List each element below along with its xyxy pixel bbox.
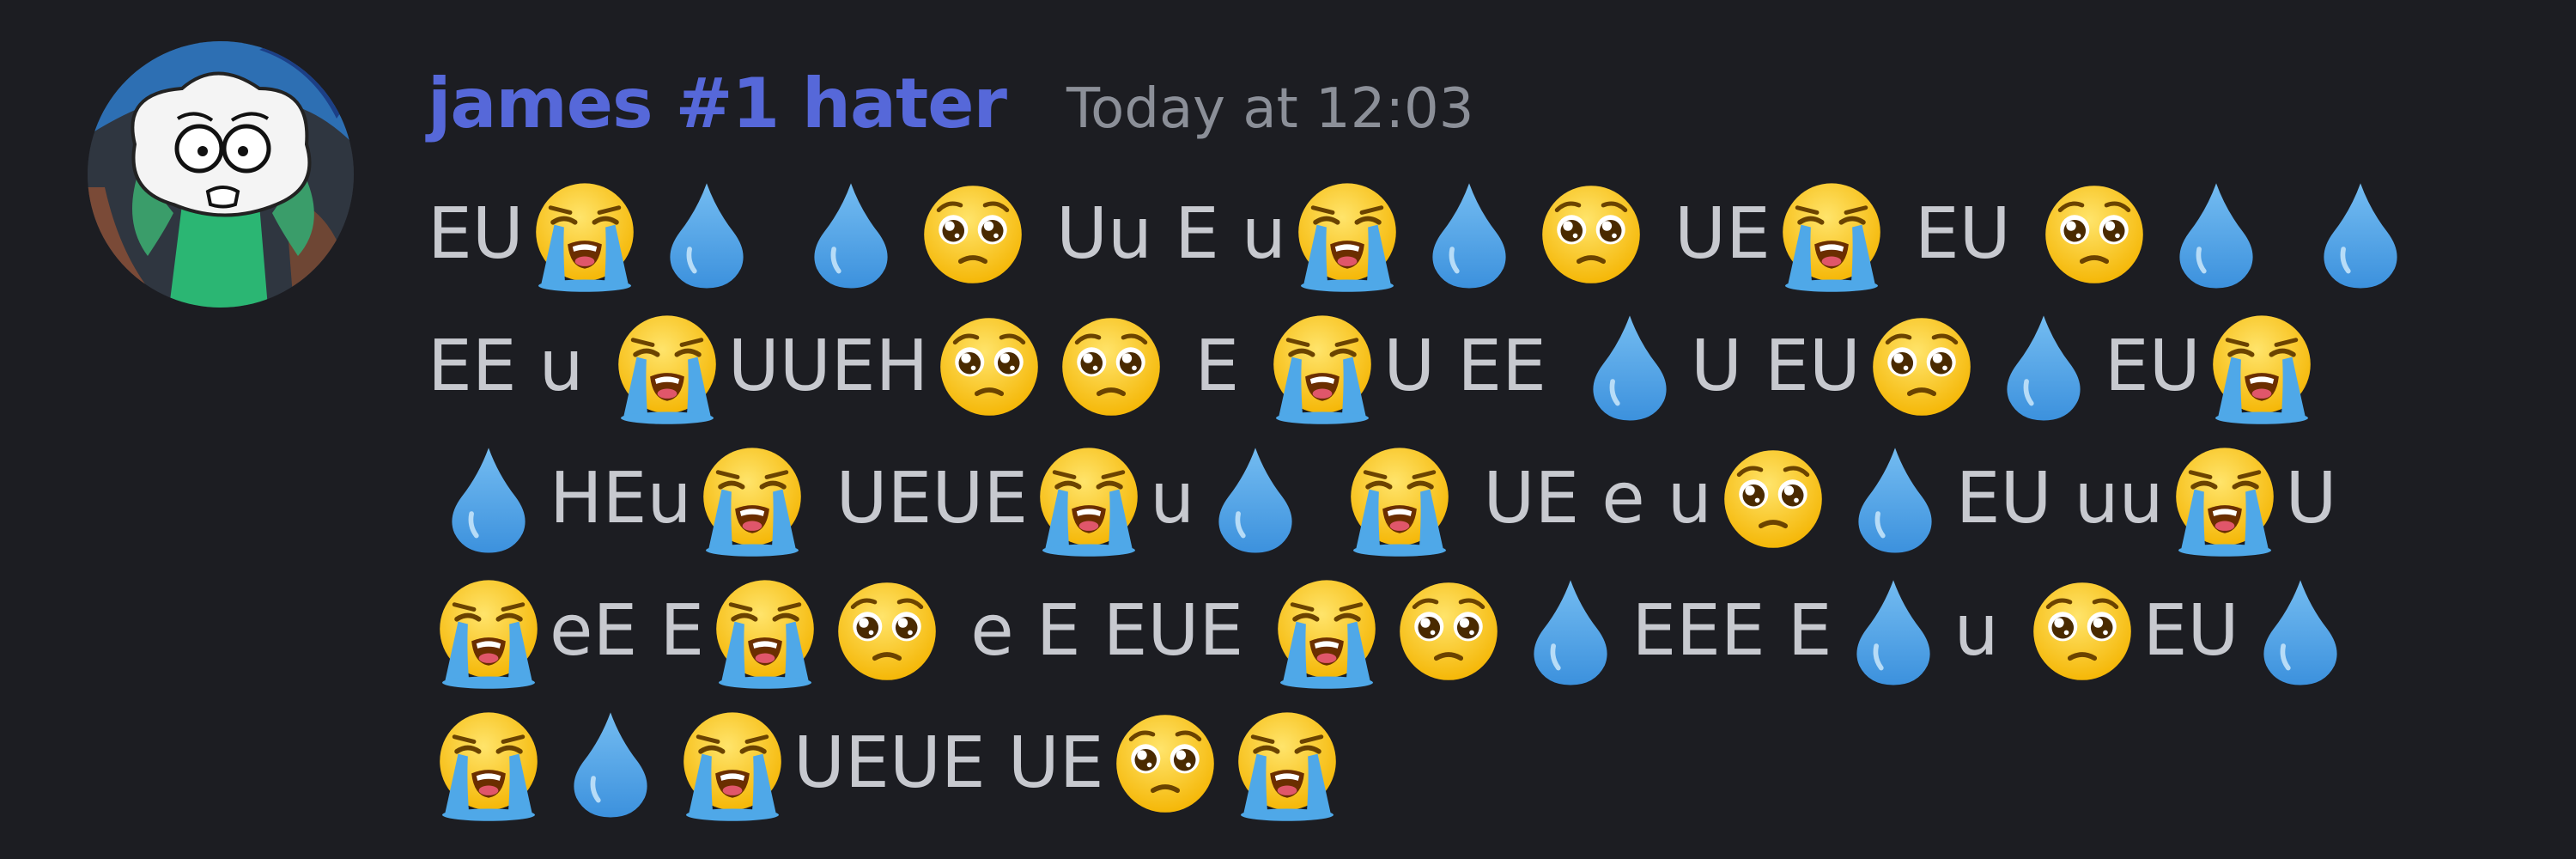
message-text: EU: [428, 193, 524, 275]
user-avatar[interactable]: [88, 41, 354, 308]
chat-message: james #1 hater Today at 12:03 EU Uu E u …: [0, 0, 2576, 859]
loudly-crying-face-emoji-icon[interactable]: [2201, 306, 2323, 428]
droplet-emoji-icon[interactable]: [2155, 174, 2277, 295]
droplet-emoji-icon[interactable]: [790, 174, 912, 295]
message-text: EEE E: [1631, 590, 1832, 672]
message-content: EU Uu E u UE EU EE u UUEH E U EE U EU EU H…: [428, 168, 2506, 830]
pleading-face-emoji-icon[interactable]: [1712, 438, 1834, 560]
pleading-face-emoji-icon[interactable]: [2021, 570, 2143, 692]
message-text: E: [1172, 326, 1262, 407]
message-text: u: [1953, 590, 2021, 672]
message-text: [768, 199, 790, 270]
message-text: UEUE: [813, 458, 1029, 539]
loudly-crying-face-emoji-icon[interactable]: [691, 438, 813, 560]
message-line: eE E e E EUE EEE E u EU: [428, 565, 2506, 698]
loudly-crying-face-emoji-icon[interactable]: [1226, 703, 1348, 825]
droplet-emoji-icon[interactable]: [1834, 438, 1956, 560]
message-line: EU Uu E u UE EU: [428, 168, 2506, 301]
username[interactable]: james #1 hater: [428, 64, 1007, 143]
message-text: u: [1150, 458, 1195, 539]
message-text: e E EUE: [948, 590, 1267, 672]
loudly-crying-face-emoji-icon[interactable]: [1286, 174, 1408, 295]
message-text: EU: [2142, 590, 2239, 672]
message-text: UE e u: [1461, 458, 1712, 539]
message-header: james #1 hater Today at 12:03: [428, 64, 1473, 158]
loudly-crying-face-emoji-icon[interactable]: [428, 570, 550, 692]
message-text: [2277, 199, 2300, 270]
pleading-face-emoji-icon[interactable]: [912, 174, 1034, 295]
droplet-emoji-icon[interactable]: [1569, 306, 1691, 428]
pleading-face-emoji-icon[interactable]: [1861, 306, 1983, 428]
droplet-emoji-icon[interactable]: [1832, 570, 1954, 692]
avatar-illustration: [88, 41, 354, 308]
loudly-crying-face-emoji-icon[interactable]: [428, 703, 550, 825]
message-text: EU: [2104, 326, 2201, 407]
pleading-face-emoji-icon[interactable]: [1388, 570, 1510, 692]
loudly-crying-face-emoji-icon[interactable]: [1771, 174, 1893, 295]
droplet-emoji-icon[interactable]: [1510, 570, 1631, 692]
loudly-crying-face-emoji-icon[interactable]: [1266, 570, 1388, 692]
message-line: EE u UUEH E U EE U EU EU: [428, 301, 2506, 433]
message-text: UEUE UE: [793, 722, 1104, 804]
message-text: EU uu: [1955, 458, 2164, 539]
pleading-face-emoji-icon[interactable]: [1050, 306, 1172, 428]
message-line: HEu UEUE u UE e u EU uu U: [428, 433, 2506, 565]
droplet-emoji-icon[interactable]: [1983, 306, 2105, 428]
loudly-crying-face-emoji-icon[interactable]: [2164, 438, 2286, 560]
loudly-crying-face-emoji-icon[interactable]: [704, 570, 826, 692]
pleading-face-emoji-icon[interactable]: [1530, 174, 1652, 295]
message-timestamp[interactable]: Today at 12:03: [1066, 77, 1474, 141]
droplet-emoji-icon[interactable]: [2300, 174, 2421, 295]
droplet-emoji-icon[interactable]: [1194, 438, 1316, 560]
loudly-crying-face-emoji-icon[interactable]: [1339, 438, 1461, 560]
pleading-face-emoji-icon[interactable]: [2033, 174, 2155, 295]
loudly-crying-face-emoji-icon[interactable]: [671, 703, 793, 825]
message-text: U EU: [1690, 326, 1861, 407]
loudly-crying-face-emoji-icon[interactable]: [1028, 438, 1150, 560]
droplet-emoji-icon[interactable]: [646, 174, 768, 295]
message-text: UE: [1651, 193, 1771, 275]
message-text: HEu: [550, 458, 692, 539]
message-text: EU: [1892, 193, 2033, 275]
pleading-face-emoji-icon[interactable]: [826, 570, 948, 692]
message-text: EE u: [428, 326, 606, 407]
message-text: Uu E u: [1033, 193, 1286, 275]
pleading-face-emoji-icon[interactable]: [928, 306, 1050, 428]
loudly-crying-face-emoji-icon[interactable]: [1261, 306, 1383, 428]
loudly-crying-face-emoji-icon[interactable]: [606, 306, 728, 428]
message-line: UEUE UE: [428, 698, 2506, 830]
droplet-emoji-icon[interactable]: [1408, 174, 1530, 295]
droplet-emoji-icon[interactable]: [550, 703, 671, 825]
message-text: UUEH: [727, 326, 929, 407]
droplet-emoji-icon[interactable]: [2239, 570, 2361, 692]
droplet-emoji-icon[interactable]: [428, 438, 550, 560]
message-text: [1316, 464, 1339, 534]
message-text: U: [2285, 458, 2337, 539]
pleading-face-emoji-icon[interactable]: [1104, 703, 1226, 825]
message-text: U EE: [1383, 326, 1569, 407]
loudly-crying-face-emoji-icon[interactable]: [524, 174, 646, 295]
message-text: eE E: [550, 590, 705, 672]
